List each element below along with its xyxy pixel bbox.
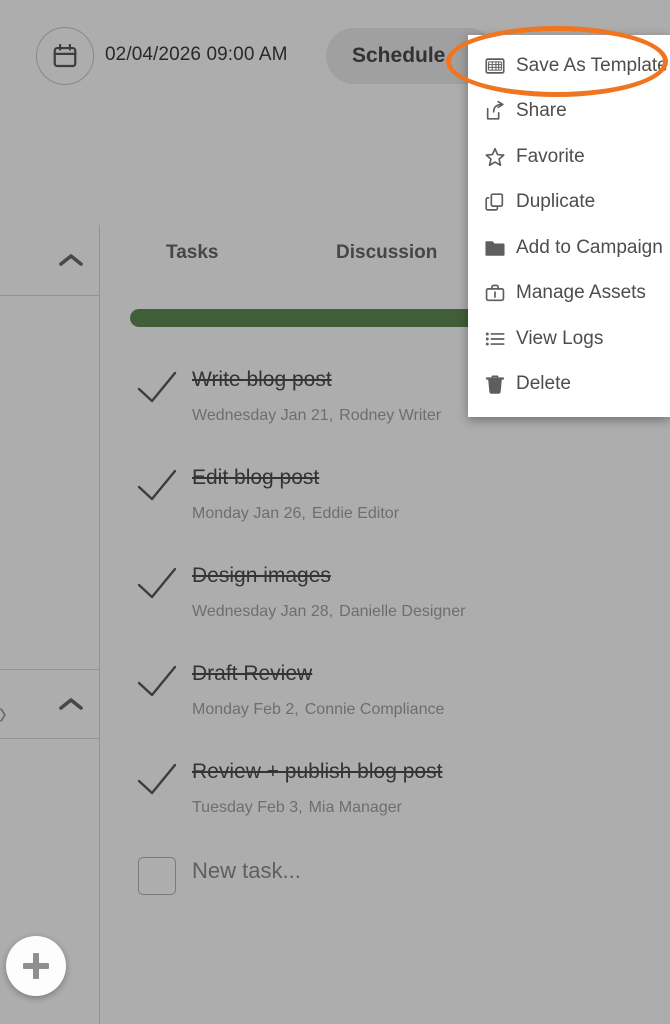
briefcase-icon bbox=[482, 282, 508, 304]
chevron-up-icon bbox=[58, 696, 84, 712]
template-grid-icon bbox=[482, 55, 508, 77]
schedule-button-label: Schedule bbox=[352, 44, 445, 68]
menu-item-label: Manage Assets bbox=[516, 282, 646, 304]
task-meta: Monday Feb 2, Connie Compliance bbox=[192, 701, 444, 719]
new-task-row[interactable]: New task... bbox=[100, 845, 670, 925]
add-button[interactable] bbox=[6, 936, 66, 996]
task-assignee: Eddie Editor bbox=[312, 505, 399, 522]
menu-item-label: Save As Template bbox=[516, 55, 668, 77]
menu-item-favorite[interactable]: Favorite bbox=[468, 134, 670, 180]
task-assignee: Rodney Writer bbox=[339, 407, 441, 424]
task-checkmark-icon[interactable] bbox=[135, 663, 179, 703]
menu-item-label: Add to Campaign bbox=[516, 237, 663, 259]
task-checkmark-icon[interactable] bbox=[135, 761, 179, 801]
task-date: Wednesday Jan 21, bbox=[192, 407, 333, 424]
menu-item-add-to-campaign[interactable]: Add to Campaign bbox=[468, 225, 670, 271]
task-title: Edit blog post bbox=[192, 466, 319, 490]
tab-discussion[interactable]: Discussion bbox=[336, 242, 437, 264]
calendar-icon[interactable] bbox=[36, 27, 94, 85]
menu-item-label: Delete bbox=[516, 373, 571, 395]
menu-item-label: Favorite bbox=[516, 146, 585, 168]
share-arrow-icon bbox=[482, 100, 508, 122]
new-task-placeholder: New task... bbox=[192, 858, 301, 884]
menu-item-label: View Logs bbox=[516, 328, 603, 350]
menu-item-label: Duplicate bbox=[516, 191, 595, 213]
task-checkmark-icon[interactable] bbox=[135, 467, 179, 507]
star-icon bbox=[482, 146, 508, 168]
task-row[interactable]: Review + publish blog post Tuesday Feb 3,… bbox=[100, 747, 670, 845]
app-root: 02/04/2026 09:00 AM Schedule bbox=[0, 0, 670, 1024]
left-rail bbox=[0, 225, 100, 1024]
folder-icon bbox=[482, 237, 508, 259]
task-date: Monday Jan 26, bbox=[192, 505, 306, 522]
task-checkmark-icon[interactable] bbox=[135, 565, 179, 605]
tab-tasks[interactable]: Tasks bbox=[166, 242, 218, 264]
task-meta: Tuesday Feb 3, Mia Manager bbox=[192, 799, 402, 817]
menu-item-share[interactable]: Share bbox=[468, 89, 670, 135]
task-meta: Monday Jan 26, Eddie Editor bbox=[192, 505, 399, 523]
copy-icon bbox=[482, 191, 508, 213]
context-menu: Save As Template Share Favorite Duplicate Ad… bbox=[468, 35, 670, 417]
menu-item-duplicate[interactable]: Duplicate bbox=[468, 180, 670, 226]
task-assignee: Danielle Designer bbox=[339, 603, 465, 620]
menu-item-view-logs[interactable]: View Logs bbox=[468, 316, 670, 362]
menu-item-label: Share bbox=[516, 100, 567, 122]
task-title: Review + publish blog post bbox=[192, 760, 442, 784]
task-assignee: Mia Manager bbox=[309, 799, 402, 816]
list-icon bbox=[482, 328, 508, 350]
task-title: Design images bbox=[192, 564, 331, 588]
task-date: Monday Feb 2, bbox=[192, 701, 299, 718]
task-row[interactable]: Draft Review Monday Feb 2, Connie Complian… bbox=[100, 649, 670, 747]
menu-item-save-as-template[interactable]: Save As Template bbox=[468, 43, 670, 89]
task-row[interactable]: Design images Wednesday Jan 28, Danielle D… bbox=[100, 551, 670, 649]
task-row[interactable]: Edit blog post Monday Jan 26, Eddie Editor bbox=[100, 453, 670, 551]
task-title: Write blog post bbox=[192, 368, 332, 392]
task-checkmark-icon[interactable] bbox=[135, 369, 179, 409]
task-meta: Wednesday Jan 21, Rodney Writer bbox=[192, 407, 441, 425]
trash-icon bbox=[482, 373, 508, 395]
task-title: Draft Review bbox=[192, 662, 312, 686]
plus-icon bbox=[23, 953, 49, 979]
menu-item-delete[interactable]: Delete bbox=[468, 362, 670, 408]
task-date: Wednesday Jan 28, bbox=[192, 603, 333, 620]
rail-section-collapse-top[interactable] bbox=[0, 225, 100, 296]
task-list: Write blog post Wednesday Jan 21, Rodney W… bbox=[100, 355, 670, 925]
task-meta: Wednesday Jan 28, Danielle Designer bbox=[192, 603, 465, 621]
rail-section-collapse-bottom[interactable] bbox=[0, 669, 100, 739]
task-assignee: Connie Compliance bbox=[305, 701, 445, 718]
task-date: Tuesday Feb 3, bbox=[192, 799, 303, 816]
chevron-up-icon bbox=[58, 252, 84, 268]
rail-edge-chevron-icon bbox=[0, 705, 6, 725]
new-task-checkbox[interactable] bbox=[138, 857, 176, 895]
menu-item-manage-assets[interactable]: Manage Assets bbox=[468, 271, 670, 317]
schedule-datetime: 02/04/2026 09:00 AM bbox=[105, 44, 288, 66]
